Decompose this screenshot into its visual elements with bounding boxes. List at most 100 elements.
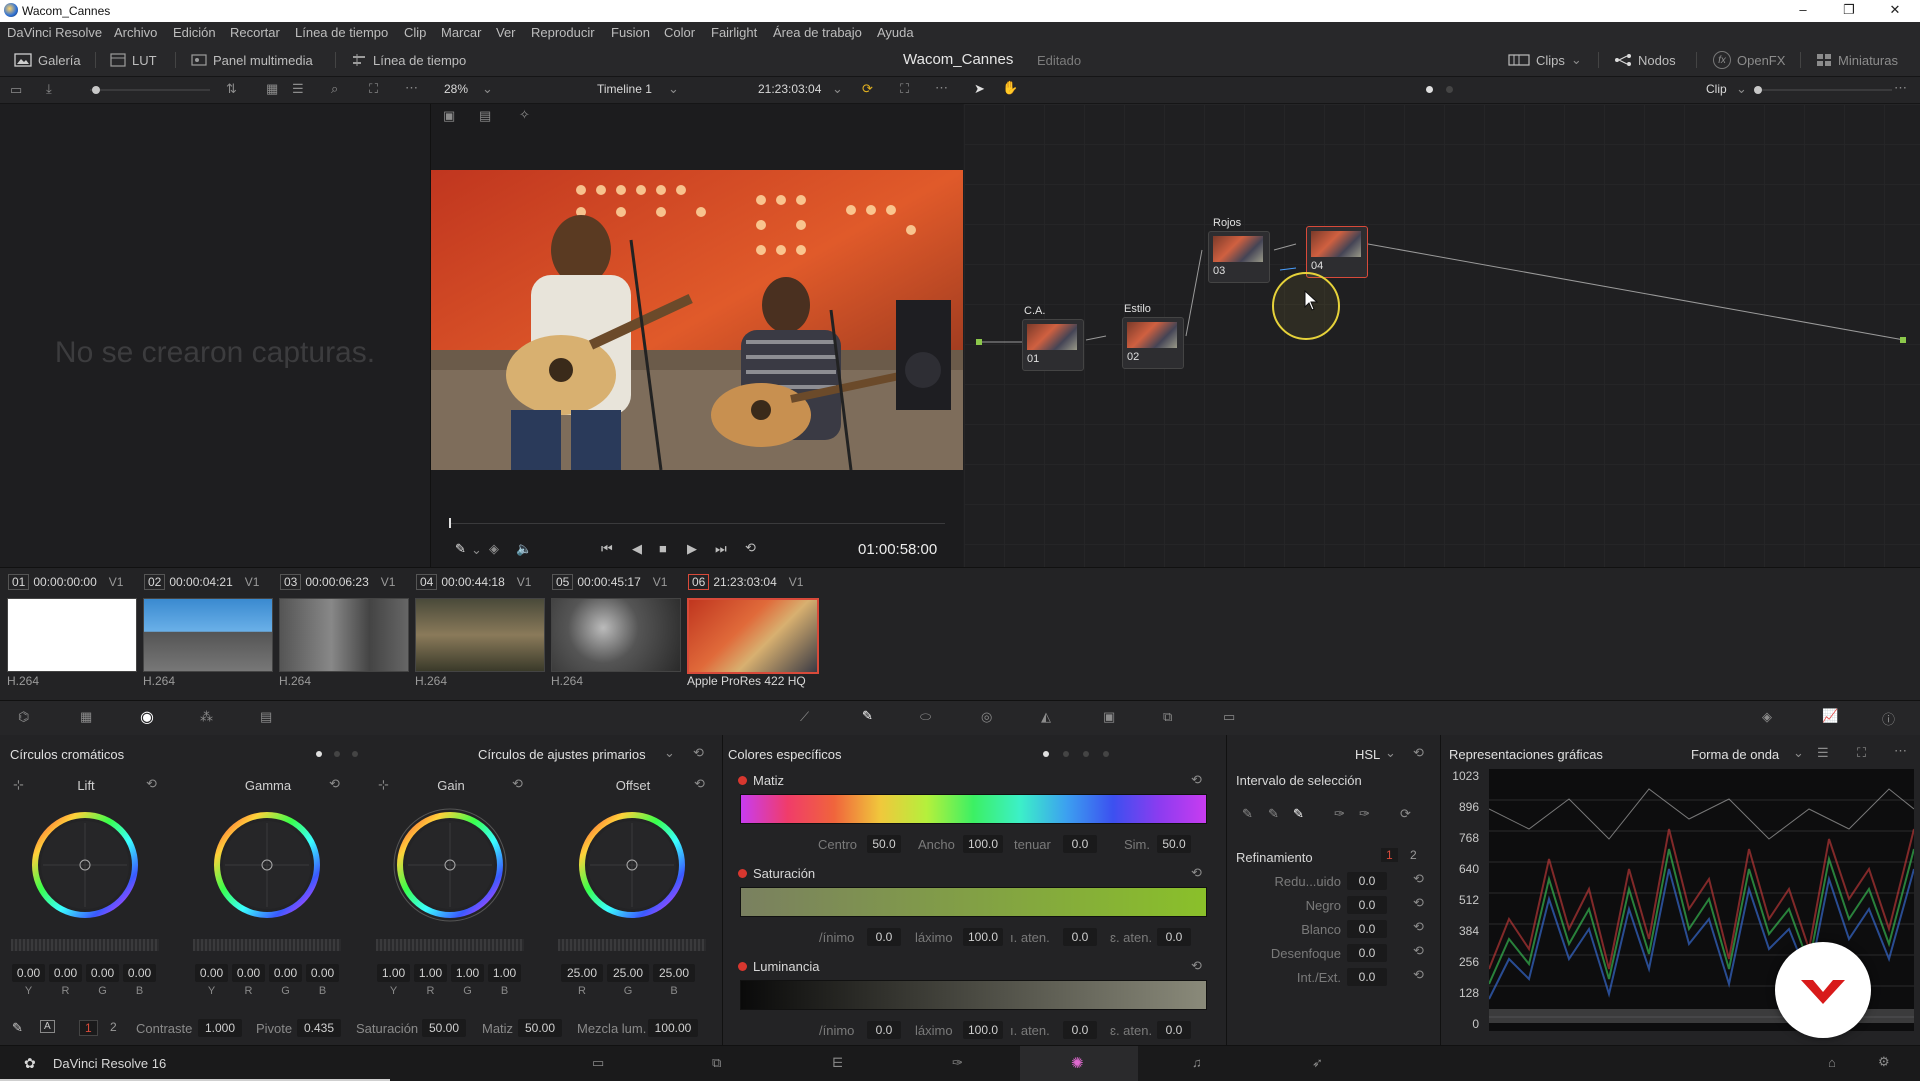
feather-plus-icon[interactable]: ✑ bbox=[1359, 806, 1370, 822]
high-soft-value[interactable]: 0.0 bbox=[1157, 928, 1191, 946]
fusion-page-icon[interactable]: ✑ bbox=[952, 1055, 963, 1071]
hand-icon[interactable]: ✋ bbox=[1002, 80, 1018, 96]
menu-ver[interactable]: Ver bbox=[496, 25, 516, 40]
more-icon[interactable]: ⋯ bbox=[1894, 80, 1907, 96]
blur-icon[interactable]: ◭ bbox=[1041, 709, 1051, 725]
menu-edicion[interactable]: Edición bbox=[173, 25, 216, 40]
scrubber-playhead[interactable] bbox=[449, 518, 451, 528]
refine-page-1[interactable]: 1 bbox=[1381, 848, 1398, 862]
offset-b[interactable]: 25.00 bbox=[653, 964, 695, 982]
lut-button[interactable]: LUT bbox=[110, 51, 157, 69]
lum-enable-dot[interactable] bbox=[738, 962, 747, 971]
reset-icon[interactable]: ⟲ bbox=[329, 776, 340, 792]
fairlight-page-icon[interactable]: ♫ bbox=[1192, 1055, 1202, 1070]
offset-master-wheel[interactable] bbox=[558, 939, 706, 951]
reset-icon[interactable]: ⟲ bbox=[1413, 871, 1424, 887]
clip-thumbnail[interactable] bbox=[551, 598, 681, 672]
refine-page-2[interactable]: 2 bbox=[1405, 848, 1422, 862]
menu-fairlight[interactable]: Fairlight bbox=[711, 25, 757, 40]
node-zoom-slider[interactable] bbox=[1762, 89, 1892, 91]
gallery-zoom-slider[interactable] bbox=[90, 89, 210, 91]
offset-g[interactable]: 25.00 bbox=[607, 964, 649, 982]
home-icon[interactable]: ⌂ bbox=[1828, 1055, 1836, 1070]
hue-range-bar[interactable] bbox=[740, 794, 1207, 824]
center-value[interactable]: 50.0 bbox=[867, 835, 901, 853]
more-icon[interactable]: ⋯ bbox=[935, 80, 948, 96]
chevron-down-icon[interactable]: ⌄ bbox=[1385, 745, 1396, 761]
gain-r[interactable]: 1.00 bbox=[414, 964, 447, 982]
tracker-icon[interactable]: ◎ bbox=[981, 709, 992, 725]
offset-r[interactable]: 25.00 bbox=[561, 964, 603, 982]
low-soft-value[interactable]: 0.0 bbox=[1063, 1021, 1097, 1039]
page-indicator[interactable] bbox=[1083, 751, 1089, 757]
play-icon[interactable]: ▶ bbox=[687, 541, 697, 557]
play-reverse-icon[interactable]: ◀ bbox=[632, 541, 642, 557]
split-view-icon[interactable]: ▣ bbox=[443, 108, 455, 124]
reset-icon[interactable]: ⟲ bbox=[512, 776, 523, 792]
crosshair-icon[interactable]: ⊹ bbox=[13, 777, 24, 793]
reset-icon[interactable]: ⟲ bbox=[1413, 745, 1424, 761]
reset-icon[interactable]: ⟲ bbox=[1413, 919, 1424, 935]
color-wheels-icon[interactable]: ◉ bbox=[140, 707, 154, 727]
low-value[interactable]: 0.0 bbox=[867, 1021, 901, 1039]
sort-icon[interactable]: ⇅ bbox=[226, 81, 237, 97]
gain-master-wheel[interactable] bbox=[376, 939, 524, 951]
chevron-down-icon[interactable]: ⌄ bbox=[1736, 81, 1747, 97]
clip-thumbnail[interactable] bbox=[415, 598, 545, 672]
scrubber-track[interactable] bbox=[449, 523, 945, 524]
settings-gear-icon[interactable]: ⚙ bbox=[1878, 1054, 1890, 1070]
contrast-value[interactable]: 1.000 bbox=[198, 1019, 242, 1037]
feather-minus-icon[interactable]: ✑ bbox=[1334, 806, 1345, 822]
motion-effects-icon[interactable]: ▤ bbox=[260, 709, 272, 725]
slider-handle[interactable] bbox=[92, 86, 100, 94]
node-02[interactable]: 02 bbox=[1122, 317, 1184, 369]
gamma-r[interactable]: 0.00 bbox=[232, 964, 265, 982]
edit-page-icon[interactable]: ⋿ bbox=[832, 1055, 843, 1071]
auto-icon[interactable]: A bbox=[40, 1020, 55, 1033]
clip-thumbnail[interactable] bbox=[7, 598, 137, 672]
lift-g[interactable]: 0.00 bbox=[86, 964, 119, 982]
gamma-g[interactable]: 0.00 bbox=[269, 964, 302, 982]
close-button[interactable]: ✕ bbox=[1872, 0, 1918, 22]
hue-value[interactable]: 50.00 bbox=[518, 1019, 562, 1037]
sat-enable-dot[interactable] bbox=[738, 869, 747, 878]
go-first-icon[interactable]: ⏮ bbox=[601, 541, 613, 557]
pointer-icon[interactable]: ➤ bbox=[974, 81, 985, 97]
fullscreen-icon[interactable]: ⛶ bbox=[900, 81, 909, 97]
color-page-icon[interactable]: ✺ bbox=[1071, 1054, 1084, 1072]
page-2-button[interactable]: 2 bbox=[105, 1020, 122, 1034]
menu-clip[interactable]: Clip bbox=[404, 25, 426, 40]
hue-enable-dot[interactable] bbox=[738, 776, 747, 785]
layers-icon[interactable]: ◈ bbox=[489, 541, 499, 557]
more-icon[interactable]: ⋯ bbox=[1894, 743, 1907, 759]
menu-linea-tiempo[interactable]: Línea de tiempo bbox=[295, 25, 388, 40]
thumbnails-button[interactable]: Miniaturas bbox=[1816, 51, 1898, 69]
high-value[interactable]: 100.0 bbox=[963, 1021, 1003, 1039]
gain-b[interactable]: 1.00 bbox=[488, 964, 521, 982]
qualifier-icon[interactable]: ✎ bbox=[862, 708, 873, 724]
scope-type-selector[interactable]: Forma de onda bbox=[1691, 747, 1779, 762]
gamma-b[interactable]: 0.00 bbox=[306, 964, 339, 982]
scopes-icon[interactable]: 📈 bbox=[1822, 708, 1838, 724]
download-icon[interactable]: ⤓ bbox=[46, 81, 52, 97]
width-value[interactable]: 100.0 bbox=[963, 835, 1003, 853]
curves-icon[interactable]: ⟋ bbox=[800, 709, 809, 725]
lum-range-bar[interactable] bbox=[740, 980, 1207, 1010]
clip-thumbnail[interactable] bbox=[279, 598, 409, 672]
picker-icon[interactable]: ✎ bbox=[1242, 806, 1253, 822]
lift-r[interactable]: 0.00 bbox=[49, 964, 82, 982]
fit-icon[interactable]: ⛶ bbox=[369, 81, 378, 97]
menu-marcar[interactable]: Marcar bbox=[441, 25, 481, 40]
gamma-y[interactable]: 0.00 bbox=[195, 964, 228, 982]
media-page-icon[interactable]: ▭ bbox=[592, 1055, 604, 1071]
chevron-down-icon[interactable]: ⌄ bbox=[832, 81, 843, 97]
chevron-down-icon[interactable]: ⌄ bbox=[1793, 745, 1804, 761]
auto-balance-icon[interactable]: ✎ bbox=[12, 1020, 23, 1036]
page-indicator[interactable] bbox=[1446, 86, 1453, 93]
go-last-icon[interactable]: ⏭ bbox=[715, 541, 727, 557]
keyframes-icon[interactable]: ◈ bbox=[1762, 709, 1772, 725]
lum-mix-value[interactable]: 100.00 bbox=[648, 1019, 698, 1037]
page-1-button[interactable]: 1 bbox=[79, 1020, 98, 1036]
rgb-mixer-icon[interactable]: ⁂ bbox=[200, 709, 213, 725]
nodes-button[interactable]: Nodos bbox=[1614, 51, 1676, 69]
